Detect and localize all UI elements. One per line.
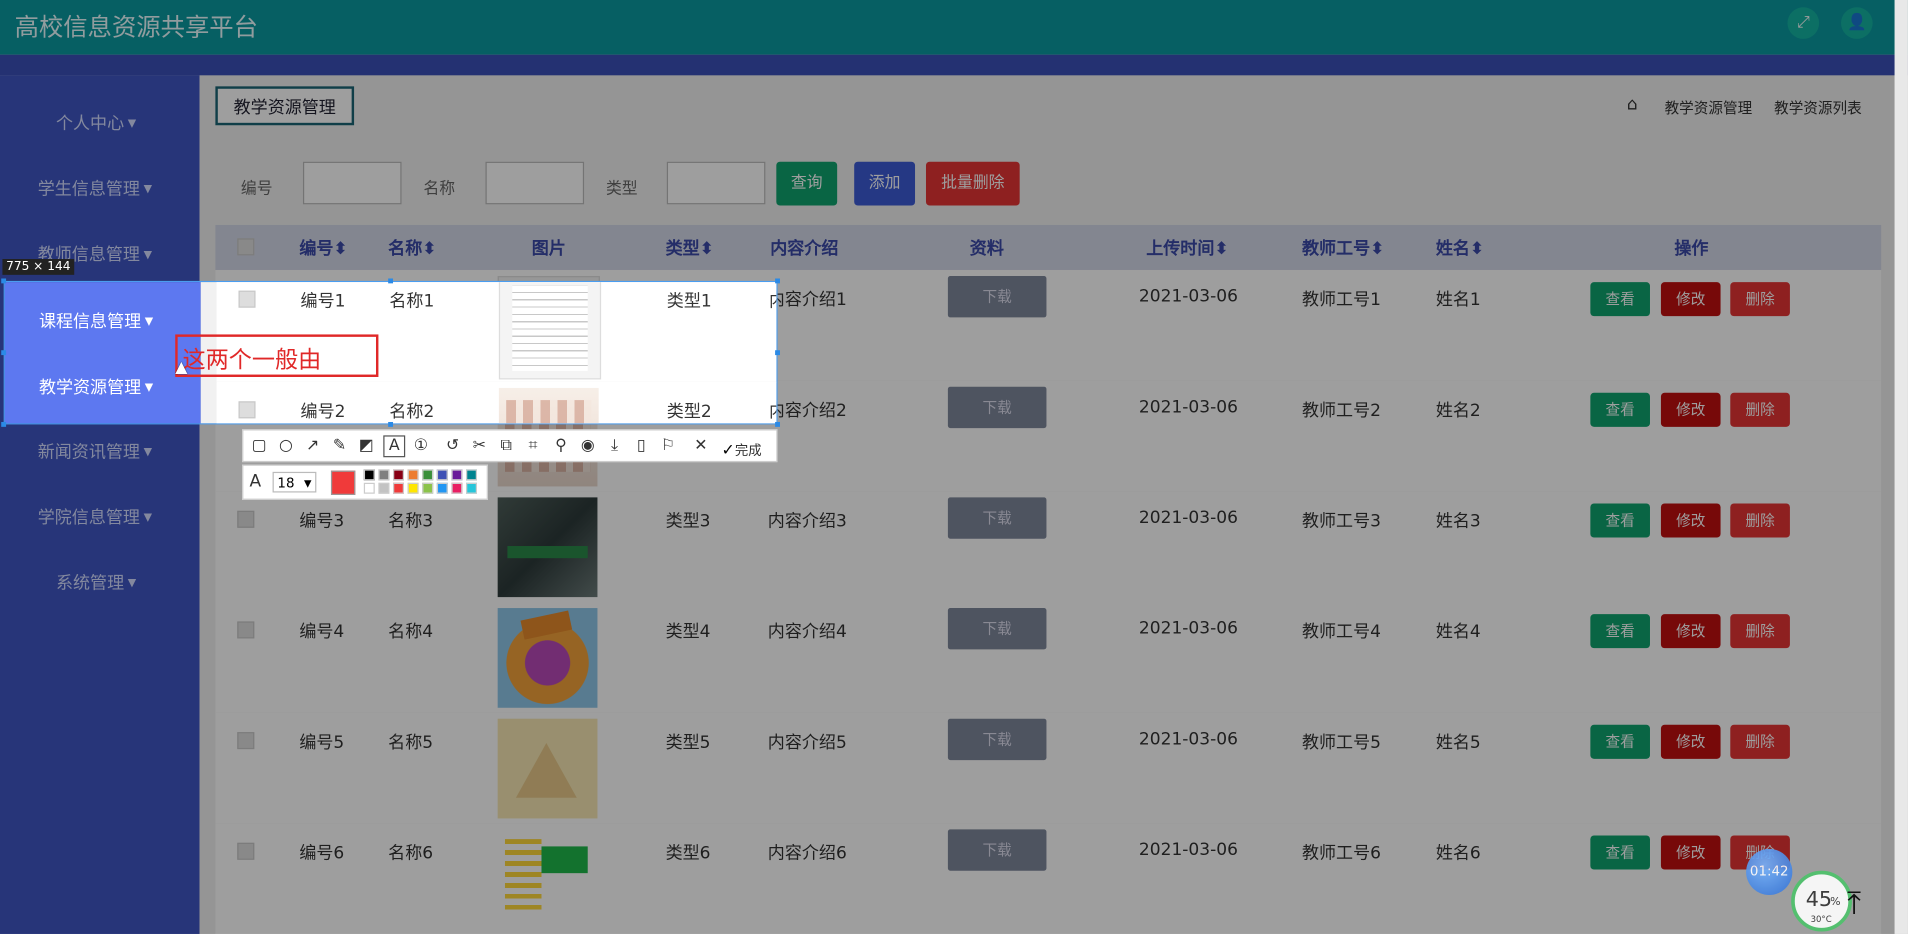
- color-swatch[interactable]: [363, 469, 375, 481]
- long-screenshot-icon[interactable]: ▯: [632, 437, 651, 455]
- capture-selection-content: 高校信息资源共享平台 ⤢ 👤 个人中心▼学生信息管理▼教师信息管理▼课程信息管理…: [4, 282, 777, 424]
- color-swatch[interactable]: [378, 469, 390, 481]
- resize-handle[interactable]: [1, 350, 7, 356]
- resource-thumbnail[interactable]: [498, 282, 602, 380]
- sidebar-item-label: 新闻资讯管理: [39, 421, 141, 423]
- chevron-down-icon: ▼: [145, 421, 153, 423]
- sidebar-item[interactable]: 教师信息管理 ▼: [5, 282, 201, 289]
- cell-intro: 内容介绍2: [769, 399, 776, 423]
- ellipse-tool-icon[interactable]: ○: [276, 437, 295, 455]
- capture-size-label: 775 × 144: [2, 259, 75, 275]
- sidebar-item[interactable]: 教学资源管理▼: [5, 355, 201, 421]
- screen: 高校信息资源共享平台 ⤢ 👤 个人中心▼学生信息管理▼教师信息管理▼课程信息管理…: [0, 0, 1908, 934]
- resource-thumbnail[interactable]: [498, 387, 599, 424]
- sidebar-item-label: 教师信息管理: [39, 282, 141, 289]
- resize-handle[interactable]: [775, 278, 780, 284]
- font-size-value: 18: [277, 475, 295, 492]
- text-tool-icon[interactable]: A: [383, 435, 406, 458]
- rectangle-tool-icon[interactable]: ▢: [249, 437, 268, 455]
- cell-number: 编号1: [300, 291, 346, 312]
- color-swatch[interactable]: [466, 469, 477, 481]
- ocr-icon[interactable]: ⌗: [523, 437, 542, 455]
- color-swatch[interactable]: [407, 469, 419, 481]
- back-to-top-icon[interactable]: ⤒: [1847, 885, 1861, 923]
- color-swatch[interactable]: [436, 482, 448, 494]
- pen-tool-icon[interactable]: ✎: [330, 437, 349, 455]
- performance-gauge[interactable]: 45 % 30°C: [1791, 870, 1852, 932]
- download-icon[interactable]: ⤓: [605, 437, 624, 455]
- sidebar-item[interactable]: 课程信息管理▼: [5, 289, 201, 355]
- color-swatch[interactable]: [466, 482, 477, 494]
- sidebar-item-label: 课程信息管理: [38, 312, 142, 332]
- color-swatch[interactable]: [378, 482, 390, 494]
- capture-selection[interactable]: 高校信息资源共享平台 ⤢ 👤 个人中心▼学生信息管理▼教师信息管理▼课程信息管理…: [3, 280, 778, 425]
- font-size-select[interactable]: 18 ▼: [272, 471, 317, 493]
- resize-handle[interactable]: [1, 278, 7, 284]
- resize-handle[interactable]: [775, 350, 780, 356]
- done-label: 完成: [734, 442, 762, 459]
- cell-intro: 内容介绍1: [769, 288, 776, 312]
- color-swatch[interactable]: [363, 482, 375, 494]
- resize-handle[interactable]: [388, 421, 394, 427]
- font-icon: A: [249, 471, 262, 492]
- color-swatch[interactable]: [393, 482, 404, 494]
- timer-value: 01:42: [1749, 863, 1789, 880]
- cell-name: 名称1: [389, 291, 435, 312]
- resize-handle[interactable]: [1, 421, 7, 427]
- chevron-down-icon: ▼: [145, 282, 153, 289]
- arrow-tool-icon[interactable]: ↗: [303, 437, 322, 455]
- chevron-down-icon: ▼: [144, 316, 154, 329]
- scissors-icon[interactable]: ✂: [470, 437, 489, 455]
- resize-handle[interactable]: [388, 278, 394, 284]
- row-checkbox[interactable]: [238, 290, 256, 308]
- color-swatch[interactable]: [407, 482, 419, 494]
- mosaic-tool-icon[interactable]: ◩: [357, 437, 376, 455]
- cell-type: 类型1: [666, 291, 712, 312]
- timer-bubble[interactable]: 01:42: [1746, 848, 1793, 896]
- color-swatch[interactable]: [451, 469, 463, 481]
- done-button[interactable]: ✓完成: [721, 437, 762, 460]
- text-style-palette: A 18 ▼: [242, 464, 488, 500]
- cell-name: 名称2: [389, 402, 435, 422]
- percent-sign: %: [1830, 896, 1841, 909]
- color-swatch[interactable]: [451, 482, 463, 494]
- number-marker-icon[interactable]: ①: [411, 437, 430, 455]
- capture-toolbar: ▢ ○ ↗ ✎ ◩ A ① ↺ ✂ ⧉ ⌗ ⚲ ◉ ⤓ ▯ ⚐ ✕ ✓完成: [242, 429, 778, 463]
- pin-icon[interactable]: ⚲: [551, 437, 570, 455]
- mouse-cursor-icon: ▲: [175, 358, 188, 377]
- current-color-swatch[interactable]: [330, 470, 356, 495]
- bookmark-icon[interactable]: ⚐: [658, 437, 677, 455]
- cell-type: 类型2: [666, 402, 712, 422]
- undo-icon[interactable]: ↺: [443, 437, 462, 455]
- scrollbar[interactable]: [1894, 0, 1908, 934]
- color-swatch[interactable]: [393, 469, 404, 481]
- battery-percent: 45: [1805, 887, 1833, 913]
- text-annotation[interactable]: 这两个一般由: [183, 342, 322, 375]
- temperature: 30°C: [1810, 914, 1832, 925]
- chevron-down-icon: ▼: [304, 477, 312, 489]
- cell-number: 编号2: [300, 402, 346, 422]
- sidebar-item[interactable]: 新闻资讯管理 ▼: [5, 421, 201, 423]
- close-icon[interactable]: ✕: [691, 437, 710, 455]
- color-swatch[interactable]: [422, 469, 434, 481]
- check-icon: ✓: [721, 441, 735, 460]
- resize-handle[interactable]: [775, 421, 780, 427]
- translate-icon[interactable]: ⧉: [496, 437, 515, 455]
- color-swatch[interactable]: [422, 482, 434, 494]
- row-checkbox[interactable]: [238, 401, 256, 419]
- color-swatch[interactable]: [436, 469, 448, 481]
- chevron-down-icon: ▼: [144, 381, 154, 395]
- sidebar-item-label: 教学资源管理: [38, 378, 142, 398]
- record-icon[interactable]: ◉: [578, 437, 597, 455]
